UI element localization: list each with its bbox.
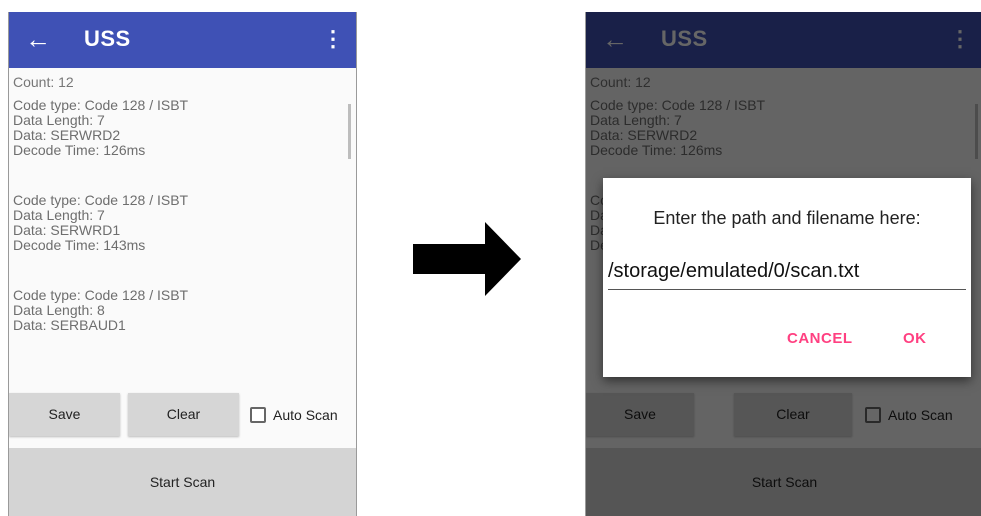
auto-scan-label: Auto Scan (273, 407, 338, 423)
screen-before: ← USS ⋮ Count: 12 Code type: Code 128 / … (8, 12, 357, 516)
list-scrollbar[interactable] (348, 104, 351, 159)
app-title: USS (84, 26, 131, 51)
app-bar: ← USS ⋮ (9, 12, 356, 68)
count-label: Count: 12 (13, 74, 74, 90)
code-type: Code type: Code 128 / ISBT (13, 192, 189, 208)
screen-after: ← USS ⋮ Count: 12 Code type: Code 128 / … (585, 12, 981, 516)
path-input[interactable]: /storage/emulated/0/scan.txt (608, 260, 859, 283)
data-value: Data: SERBAUD1 (13, 317, 126, 333)
overflow-menu-icon[interactable]: ⋮ (322, 26, 344, 52)
save-button[interactable]: Save (9, 393, 120, 436)
checkbox-icon[interactable] (250, 407, 266, 423)
back-arrow-icon[interactable]: ← (25, 24, 51, 54)
data-value: Data: SERWRD1 (13, 222, 121, 238)
data-length: Data Length: 7 (13, 112, 105, 128)
list-item: Code type: Code 128 / ISBT Data Length: … (13, 193, 342, 253)
auto-scan-checkbox[interactable]: Auto Scan (250, 400, 338, 430)
ok-button[interactable]: OK (903, 330, 927, 347)
code-type: Code type: Code 128 / ISBT (13, 287, 189, 303)
data-length: Data Length: 7 (13, 207, 105, 223)
decode-time: Decode Time: 126ms (13, 142, 146, 158)
dialog-message: Enter the path and filename here: (653, 208, 921, 228)
cancel-button[interactable]: CANCEL (787, 330, 853, 347)
code-type: Code type: Code 128 / ISBT (13, 98, 189, 113)
list-item: Code type: Code 128 / ISBT Data Length: … (13, 98, 342, 158)
save-path-dialog: Enter the path and filename here: /stora… (603, 178, 971, 377)
input-underline (608, 289, 966, 290)
list-item: Code type: Code 128 / ISBT Data Length: … (13, 288, 342, 333)
scan-results-list[interactable]: Code type: Code 128 / ISBT Data Length: … (13, 98, 342, 386)
transition-arrow-icon (413, 222, 521, 296)
data-length: Data Length: 8 (13, 302, 105, 318)
start-scan-button[interactable]: Start Scan (9, 448, 356, 516)
data-value: Data: SERWRD2 (13, 127, 121, 143)
clear-button[interactable]: Clear (128, 393, 239, 436)
decode-time: Decode Time: 143ms (13, 237, 146, 253)
